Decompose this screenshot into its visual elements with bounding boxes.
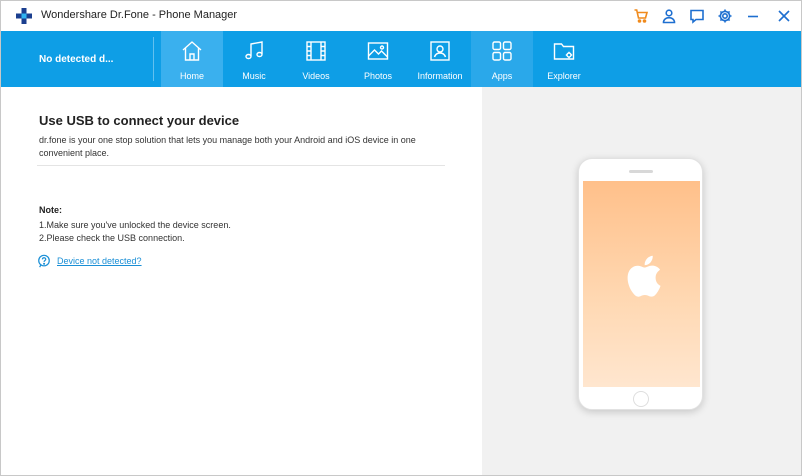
title-bar-controls	[627, 1, 801, 31]
divider	[37, 165, 445, 166]
drfone-logo-icon	[16, 8, 32, 24]
close-icon	[778, 10, 790, 22]
phone-screen	[583, 181, 700, 387]
nav-divider	[153, 37, 154, 81]
photo-icon	[367, 42, 389, 60]
app-window: Wondershare Dr.Fone - Phone Manager No d…	[0, 0, 802, 476]
minimize-button[interactable]	[739, 1, 767, 31]
device-status-label[interactable]: No detected d...	[1, 31, 153, 87]
folder-icon	[553, 43, 575, 60]
tab-home[interactable]: Home	[161, 31, 223, 87]
phone-home-button	[633, 391, 649, 407]
tab-information[interactable]: Information	[409, 31, 471, 87]
help-row: Device not detected?	[37, 254, 142, 268]
phone-speaker	[629, 170, 653, 173]
tab-videos-label: Videos	[302, 71, 330, 81]
note-line-2: 2.Please check the USB connection.	[39, 233, 185, 243]
tab-explorer-label: Explorer	[547, 71, 581, 81]
tab-information-label: Information	[417, 71, 463, 81]
tab-photos[interactable]: Photos	[347, 31, 409, 87]
music-icon	[245, 41, 263, 60]
top-navigation: No detected d... Home Music Videos Photo…	[1, 31, 801, 87]
tab-apps-label: Apps	[491, 71, 513, 81]
home-icon	[182, 41, 202, 61]
device-not-detected-link[interactable]: Device not detected?	[57, 256, 142, 266]
video-icon	[306, 41, 326, 61]
tab-explorer[interactable]: Explorer	[533, 31, 595, 87]
window-title: Wondershare Dr.Fone - Phone Manager	[41, 9, 238, 21]
cart-button[interactable]	[627, 1, 655, 31]
title-bar: Wondershare Dr.Fone - Phone Manager	[1, 1, 801, 31]
close-button[interactable]	[767, 1, 801, 31]
note-title: Note:	[39, 205, 62, 215]
minimize-icon	[748, 15, 758, 18]
tab-music[interactable]: Music	[223, 31, 285, 87]
page-description: dr.fone is your one stop solution that l…	[39, 135, 416, 158]
tab-apps[interactable]: Apps	[471, 31, 533, 87]
note-line-1: 1.Make sure you've unlocked the device s…	[39, 220, 231, 230]
page-title: Use USB to connect your device	[39, 113, 240, 128]
nav-tabs: Home Music Videos Photos Information App…	[161, 31, 595, 87]
phone-illustration	[578, 158, 703, 410]
contact-icon	[430, 41, 450, 61]
tab-photos-label: Photos	[363, 71, 393, 81]
tab-music-label: Music	[242, 71, 266, 81]
settings-button[interactable]	[711, 1, 739, 31]
feedback-icon	[690, 9, 704, 24]
tab-videos[interactable]: Videos	[285, 31, 347, 87]
cart-icon	[634, 9, 649, 23]
user-icon	[662, 9, 676, 24]
apple-icon	[627, 255, 661, 297]
help-icon[interactable]	[37, 254, 51, 268]
tab-home-label: Home	[179, 71, 204, 81]
apps-icon	[492, 41, 512, 61]
settings-icon	[718, 9, 732, 23]
account-button[interactable]	[655, 1, 683, 31]
feedback-button[interactable]	[683, 1, 711, 31]
